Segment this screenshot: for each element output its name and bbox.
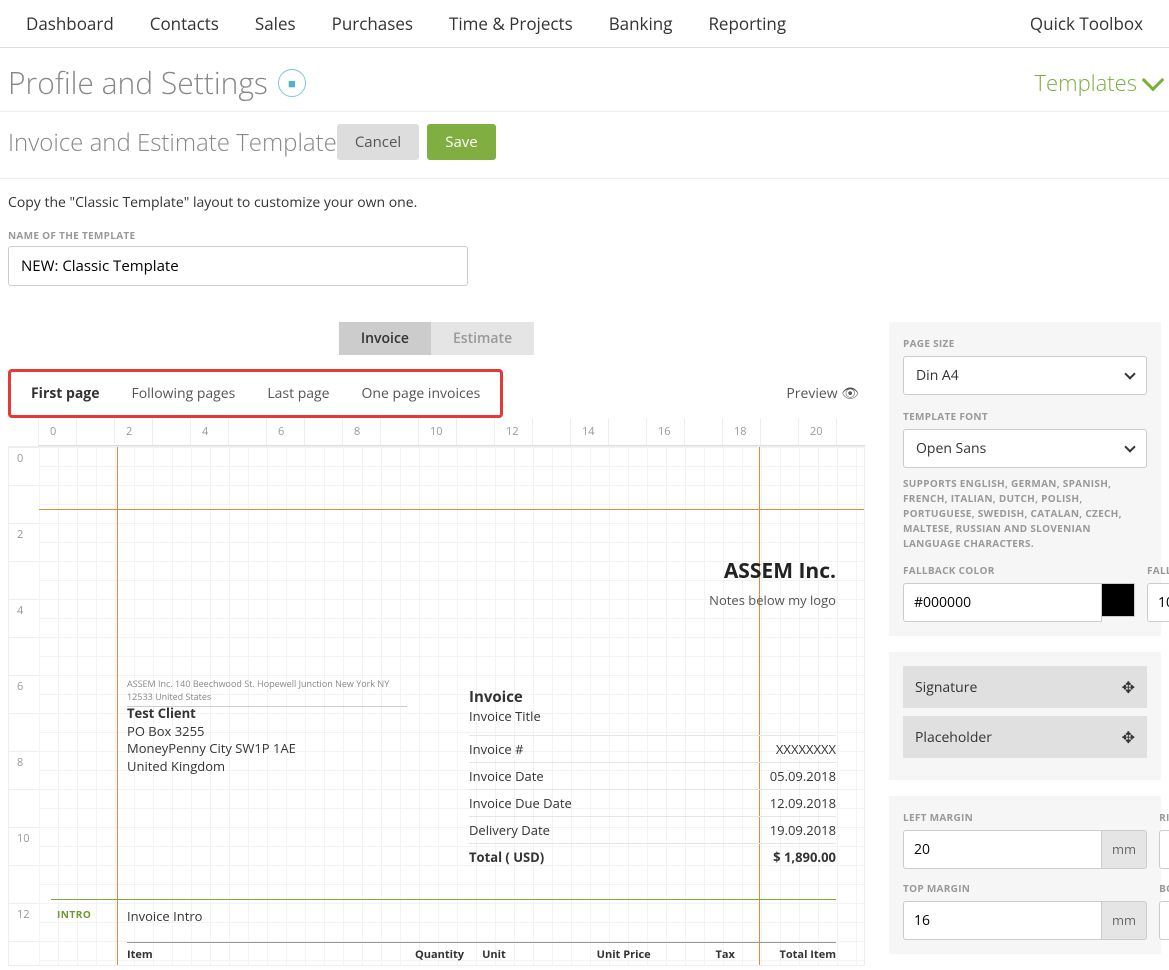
section-title: Invoice and Estimate Template — [8, 126, 337, 159]
fallback-size-label: FALLBACK FONT SIZE — [1147, 563, 1169, 577]
page-size-select[interactable]: Din A4 — [903, 356, 1147, 395]
intro-divider — [51, 899, 836, 900]
left-margin-label: LEFT MARGIN — [903, 810, 1147, 824]
logo-notes: Notes below my logo — [709, 591, 836, 609]
page-header: Profile and Settings ■ Templates — [0, 48, 1169, 112]
top-margin-label: TOP MARGIN — [903, 881, 1147, 895]
nav-contacts[interactable]: Contacts — [132, 12, 237, 35]
video-help-icon[interactable]: ■ — [278, 69, 306, 97]
preview-button[interactable]: Preview 👁 — [786, 384, 865, 403]
template-canvas[interactable]: 0 2 4 6 8 10 12 ASSEM Inc. Notes below m… — [8, 446, 865, 966]
copy-description: Copy the "Classic Template" layout to cu… — [0, 179, 1169, 220]
move-icon: ✥ — [1122, 726, 1135, 748]
drag-placeholder[interactable]: Placeholder✥ — [903, 716, 1147, 758]
nav-purchases[interactable]: Purchases — [314, 12, 431, 35]
fallback-color-input[interactable] — [903, 583, 1102, 622]
left-margin-guide[interactable] — [117, 447, 118, 965]
tab-last-page[interactable]: Last page — [251, 374, 345, 413]
settings-sidebar: PAGE SIZE Din A4 TEMPLATE FONT Open Sans… — [889, 322, 1161, 970]
nav-sales[interactable]: Sales — [237, 12, 314, 35]
top-nav: Dashboard Contacts Sales Purchases Time … — [0, 0, 1169, 48]
left-margin-input[interactable] — [903, 830, 1101, 869]
template-name-label: NAME OF THE TEMPLATE — [0, 220, 1169, 246]
company-block[interactable]: ASSEM Inc. Notes below my logo — [709, 557, 836, 609]
nav-time-projects[interactable]: Time & Projects — [431, 12, 591, 35]
tab-one-page-invoices[interactable]: One page invoices — [346, 374, 497, 413]
move-icon: ✥ — [1122, 676, 1135, 698]
page-surface[interactable]: ASSEM Inc. Notes below my logo ASSEM Inc… — [39, 447, 864, 965]
templates-label: Templates — [1035, 68, 1137, 98]
cancel-button[interactable]: Cancel — [337, 124, 419, 160]
right-margin-input[interactable] — [1159, 830, 1169, 869]
save-button[interactable]: Save — [427, 124, 495, 160]
color-swatch[interactable] — [1101, 583, 1135, 617]
top-margin-input[interactable] — [903, 901, 1101, 940]
intro-section-label: INTRO — [57, 907, 91, 921]
page-size-label: PAGE SIZE — [903, 336, 1147, 350]
intro-text[interactable]: Invoice Intro — [127, 907, 202, 925]
chevron-down-icon — [1124, 441, 1135, 452]
sender-address[interactable]: ASSEM Inc. 140 Beechwood St. Hopewell Ju… — [127, 677, 407, 707]
nav-reporting[interactable]: Reporting — [690, 12, 804, 35]
vertical-ruler: 0 2 4 6 8 10 12 — [9, 447, 39, 965]
page-tabs-highlight: First page Following pages Last page One… — [8, 369, 503, 418]
chevron-down-icon — [1124, 368, 1135, 379]
right-margin-label: RIGHT MARGIN — [1159, 810, 1169, 824]
company-name: ASSEM Inc. — [709, 557, 836, 585]
top-margin-guide[interactable] — [39, 509, 864, 510]
nav-banking[interactable]: Banking — [591, 12, 691, 35]
tab-first-page[interactable]: First page — [15, 374, 115, 413]
font-select[interactable]: Open Sans — [903, 429, 1147, 468]
invoice-meta[interactable]: Invoice Invoice Title Invoice #XXXXXXXX … — [469, 687, 836, 870]
bottom-margin-input[interactable] — [1159, 901, 1169, 940]
font-support-hint: SUPPORTS ENGLISH, GERMAN, SPANISH, FRENC… — [903, 476, 1147, 551]
client-address[interactable]: Test Client PO Box 3255 MoneyPenny City … — [127, 705, 296, 775]
eye-icon: 👁 — [841, 384, 859, 403]
tab-invoice[interactable]: Invoice — [339, 322, 431, 355]
tab-estimate[interactable]: Estimate — [431, 322, 534, 355]
sub-header: Invoice and Estimate Template Cancel Sav… — [0, 112, 1169, 179]
tab-following-pages[interactable]: Following pages — [115, 374, 251, 413]
font-label: TEMPLATE FONT — [903, 409, 1147, 423]
nav-quick-toolbox[interactable]: Quick Toolbox — [1012, 12, 1161, 35]
horizontal-ruler: 0 2 4 6 8 10 12 14 16 18 20 — [38, 418, 865, 446]
nav-dashboard[interactable]: Dashboard — [8, 12, 132, 35]
templates-dropdown[interactable]: Templates — [1035, 68, 1161, 98]
bottom-margin-label: BOTTOM MARGIN — [1159, 881, 1169, 895]
drag-signature[interactable]: Signature✥ — [903, 666, 1147, 708]
template-name-input[interactable] — [8, 246, 468, 286]
fallback-size-input[interactable] — [1147, 583, 1169, 622]
chevron-down-icon — [1142, 68, 1165, 91]
document-type-tabs: Invoice Estimate — [8, 322, 865, 355]
page-title: Profile and Settings — [8, 62, 268, 103]
fallback-color-label: FALLBACK COLOR — [903, 563, 1135, 577]
items-table-header: Item Quantity Unit Unit Price Tax Total … — [127, 942, 836, 962]
